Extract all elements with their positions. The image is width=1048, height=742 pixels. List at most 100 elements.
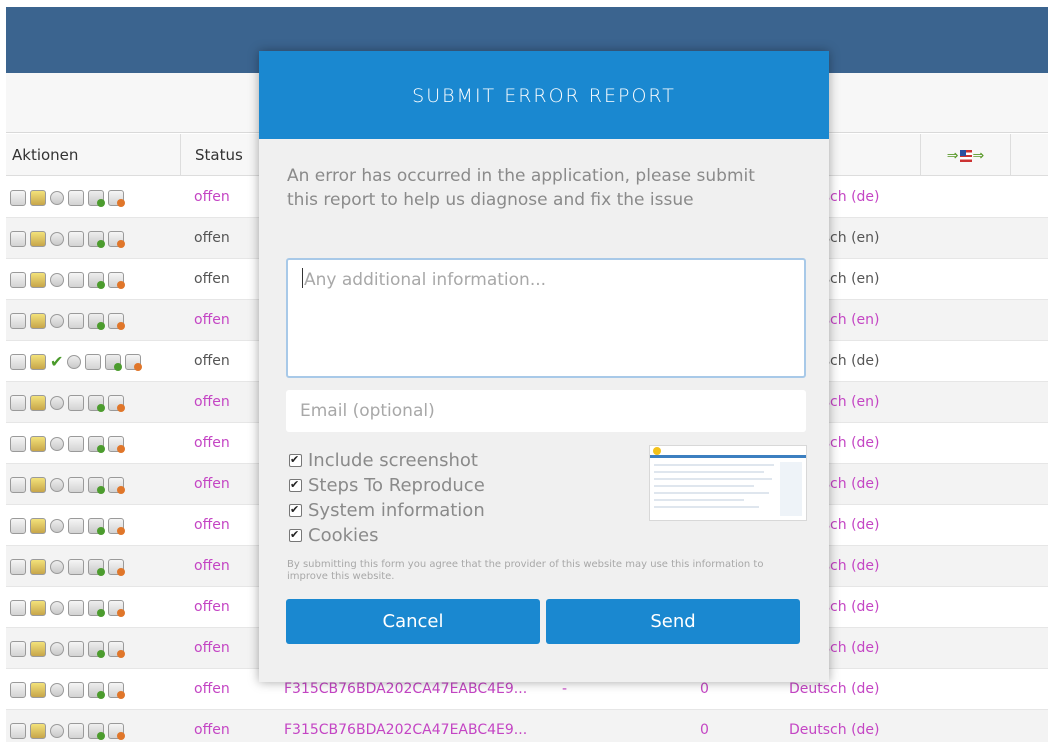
forward-icon[interactable] <box>88 272 105 289</box>
circle-icon[interactable] <box>50 724 64 738</box>
edit-icon[interactable] <box>30 395 46 411</box>
checkbox-include-screenshot[interactable] <box>289 450 302 470</box>
document-icon[interactable] <box>68 313 84 329</box>
edit-icon[interactable] <box>30 231 46 247</box>
checkbox-steps-to-reproduce[interactable] <box>289 475 302 495</box>
row-language[interactable]: Deutsch (de) <box>789 710 880 742</box>
delete-document-icon[interactable] <box>108 313 125 330</box>
row-status[interactable]: offen <box>194 382 230 423</box>
forward-icon[interactable] <box>88 641 105 658</box>
row-status[interactable]: offen <box>194 423 230 464</box>
view-icon[interactable] <box>10 559 26 575</box>
forward-icon[interactable] <box>88 313 105 330</box>
delete-document-icon[interactable] <box>108 559 125 576</box>
forward-icon[interactable] <box>88 477 105 494</box>
delete-document-icon[interactable] <box>108 641 125 658</box>
checkbox-system-information[interactable] <box>289 500 302 520</box>
row-status[interactable]: offen <box>194 669 230 710</box>
circle-icon[interactable] <box>50 396 64 410</box>
column-header-actions[interactable]: Aktionen <box>6 134 181 176</box>
view-icon[interactable] <box>10 354 26 370</box>
edit-icon[interactable] <box>30 272 46 288</box>
circle-icon[interactable] <box>50 232 64 246</box>
circle-icon[interactable] <box>50 191 64 205</box>
table-row[interactable]: offen F315CB76BDA202CA47EABC4E9... 0 Deutsc… <box>6 710 1048 742</box>
column-header-status[interactable]: Status <box>181 134 261 176</box>
send-button[interactable]: Send <box>546 599 800 644</box>
forward-icon[interactable] <box>88 231 105 248</box>
edit-icon[interactable] <box>30 313 46 329</box>
edit-icon[interactable] <box>30 518 46 534</box>
document-icon[interactable] <box>68 477 84 493</box>
forward-icon[interactable] <box>88 600 105 617</box>
cancel-button[interactable]: Cancel <box>286 599 540 644</box>
option-steps-to-reproduce[interactable]: Steps To Reproduce <box>289 473 609 498</box>
document-icon[interactable] <box>68 641 84 657</box>
view-icon[interactable] <box>10 272 26 288</box>
delete-document-icon[interactable] <box>108 190 125 207</box>
edit-icon[interactable] <box>30 723 46 739</box>
circle-icon[interactable] <box>50 273 64 287</box>
row-status[interactable]: offen <box>194 546 230 587</box>
forward-icon[interactable] <box>88 190 105 207</box>
row-status[interactable]: offen <box>194 505 230 546</box>
forward-icon[interactable] <box>105 354 123 371</box>
delete-document-icon[interactable] <box>108 477 125 494</box>
forward-icon[interactable] <box>88 682 105 699</box>
forward-icon[interactable] <box>88 559 105 576</box>
edit-icon[interactable] <box>30 190 46 206</box>
row-status[interactable]: offen <box>194 587 230 628</box>
document-icon[interactable] <box>68 272 84 288</box>
forward-icon[interactable] <box>88 395 105 412</box>
row-status[interactable]: offen <box>194 710 230 742</box>
row-status[interactable]: offen <box>194 177 230 218</box>
document-icon[interactable] <box>85 354 102 370</box>
delete-document-icon[interactable] <box>108 682 125 699</box>
checkmark-icon[interactable]: ✔ <box>50 354 63 370</box>
circle-icon[interactable] <box>50 601 64 615</box>
edit-icon[interactable] <box>30 436 46 452</box>
row-status[interactable]: offen <box>194 218 230 259</box>
edit-icon[interactable] <box>30 477 46 493</box>
row-status[interactable]: offen <box>194 628 230 669</box>
additional-information-textarea[interactable]: Any additional information... <box>286 258 806 378</box>
forward-icon[interactable] <box>88 723 105 740</box>
circle-icon[interactable] <box>50 642 64 656</box>
row-status[interactable]: offen <box>194 341 230 382</box>
view-icon[interactable] <box>10 682 26 698</box>
row-status[interactable]: offen <box>194 300 230 341</box>
view-icon[interactable] <box>10 641 26 657</box>
row-id-link[interactable]: F315CB76BDA202CA47EABC4E9... <box>284 710 527 742</box>
document-icon[interactable] <box>68 682 84 698</box>
document-icon[interactable] <box>68 190 84 206</box>
column-header-language[interactable]: ⇒ ⇒ <box>921 134 1011 176</box>
circle-icon[interactable] <box>50 683 64 697</box>
view-icon[interactable] <box>10 231 26 247</box>
edit-icon[interactable] <box>30 559 46 575</box>
row-status[interactable]: offen <box>194 464 230 505</box>
circle-icon[interactable] <box>50 560 64 574</box>
view-icon[interactable] <box>10 600 26 616</box>
forward-icon[interactable] <box>88 518 105 535</box>
checkbox-cookies[interactable] <box>289 525 302 545</box>
circle-icon[interactable] <box>67 355 82 369</box>
document-icon[interactable] <box>68 436 84 452</box>
option-include-screenshot[interactable]: Include screenshot <box>289 448 609 473</box>
delete-document-icon[interactable] <box>108 600 125 617</box>
email-field[interactable]: Email (optional) <box>286 390 806 432</box>
document-icon[interactable] <box>68 559 84 575</box>
row-count[interactable]: 0 <box>700 710 709 742</box>
document-icon[interactable] <box>68 231 84 247</box>
view-icon[interactable] <box>10 518 26 534</box>
view-icon[interactable] <box>10 723 26 739</box>
delete-document-icon[interactable] <box>108 272 125 289</box>
view-icon[interactable] <box>10 313 26 329</box>
document-icon[interactable] <box>68 518 84 534</box>
option-cookies[interactable]: Cookies <box>289 523 609 548</box>
document-icon[interactable] <box>68 395 84 411</box>
view-icon[interactable] <box>10 477 26 493</box>
screenshot-preview[interactable] <box>649 445 807 521</box>
document-icon[interactable] <box>68 600 84 616</box>
delete-document-icon[interactable] <box>108 395 125 412</box>
forward-icon[interactable] <box>88 436 105 453</box>
